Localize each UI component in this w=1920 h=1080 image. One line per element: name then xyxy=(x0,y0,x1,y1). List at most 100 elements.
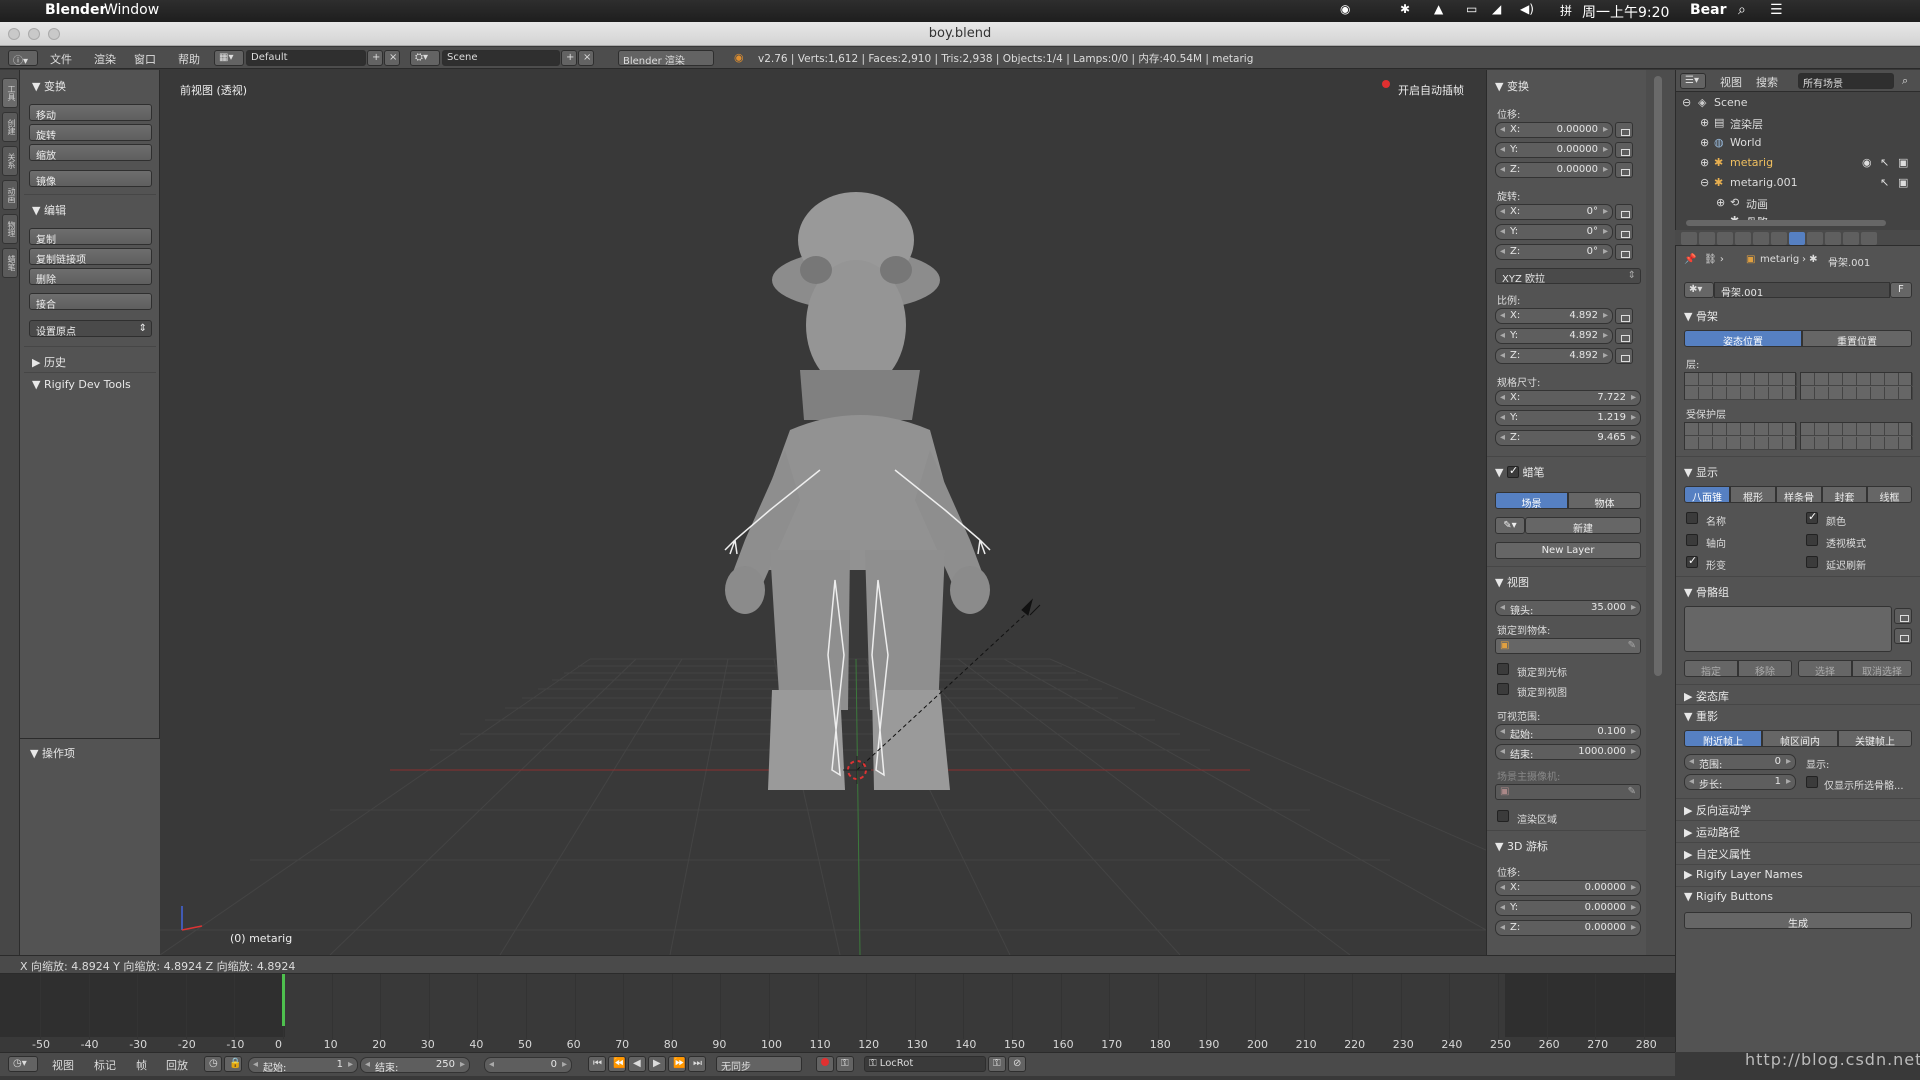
location-z-field[interactable]: ◂ Z: 0.00000 ▸ xyxy=(1495,162,1613,178)
lock-icon[interactable] xyxy=(1615,224,1633,240)
layer-cell[interactable] xyxy=(1713,423,1727,436)
world-tab-icon[interactable] xyxy=(1735,232,1751,245)
outliner-row[interactable]: ⊕ ◍ World xyxy=(1676,136,1920,156)
new-layer-button[interactable]: New Layer xyxy=(1495,542,1641,559)
cursor-select-icon[interactable]: ↖ xyxy=(1880,176,1889,189)
layer-cell[interactable] xyxy=(1885,423,1899,436)
layer-cell[interactable] xyxy=(1885,437,1899,450)
breadcrumb-armature[interactable]: 骨架.001 xyxy=(1828,254,1870,269)
display-icon[interactable]: ▭ xyxy=(1466,2,1477,16)
layout-icon[interactable]: ▦▾ xyxy=(214,50,244,66)
3d-cursor-header[interactable]: ▼ 3D 游标 xyxy=(1495,838,1548,854)
timeline-frame-menu[interactable]: 帧 xyxy=(136,1057,147,1073)
outliner-row[interactable]: ⊖ ◈ Scene xyxy=(1676,96,1920,116)
delete-button[interactable]: 删除 xyxy=(29,268,152,286)
rotation-x-field[interactable]: ◂ X: 0° ▸ xyxy=(1495,204,1613,220)
display-octahedral-toggle[interactable]: 八面锥 xyxy=(1684,486,1730,504)
layer-cell[interactable] xyxy=(1871,373,1885,386)
layer-cell[interactable] xyxy=(1871,423,1885,436)
armature-name-field[interactable]: 骨架.001 xyxy=(1714,282,1890,299)
clip-end-field[interactable]: ◂ 结束: 1000.000 ▸ xyxy=(1495,744,1641,761)
layer-cell[interactable] xyxy=(1801,373,1815,386)
scrollbar-thumb[interactable] xyxy=(1654,76,1662,676)
outliner-search-menu[interactable]: 搜索 xyxy=(1756,74,1778,90)
layer-cell[interactable] xyxy=(1783,437,1797,450)
timeline-marker-menu[interactable]: 标记 xyxy=(94,1057,116,1073)
outliner-row[interactable]: ⊕ ⟲ 动画 xyxy=(1676,196,1920,216)
jump-start-icon[interactable]: ⏮ xyxy=(588,1056,606,1072)
physics-tab-icon[interactable] xyxy=(1861,232,1877,245)
ik-header[interactable]: ▶ 反向运动学 xyxy=(1684,802,1751,818)
layer-cell[interactable] xyxy=(1871,437,1885,450)
layer-cell[interactable] xyxy=(1815,437,1829,450)
layer-cell[interactable] xyxy=(1741,423,1755,436)
layer-cell[interactable] xyxy=(1685,387,1699,400)
layer-cell[interactable] xyxy=(1843,373,1857,386)
user-name[interactable]: Bear xyxy=(1690,2,1727,18)
constraints-tab-icon[interactable] xyxy=(1771,232,1787,245)
rigify-layers-header[interactable]: ▶ Rigify Layer Names xyxy=(1684,868,1803,881)
timeline-view-menu[interactable]: 视图 xyxy=(52,1057,74,1073)
layer-cell[interactable] xyxy=(1829,373,1843,386)
timeline-playback-menu[interactable]: 回放 xyxy=(166,1057,188,1073)
expand-icon[interactable]: ⊕ xyxy=(1700,156,1709,169)
delay-checkbox[interactable] xyxy=(1806,556,1818,568)
expand-icon[interactable]: ⊕ xyxy=(1700,136,1709,149)
local-camera-field[interactable]: ▣ ✎ xyxy=(1495,784,1641,800)
rigify-panel-header[interactable]: ▼ Rigify Dev Tools xyxy=(32,378,131,391)
tab-tools[interactable]: 工具 xyxy=(2,78,18,108)
layer-cell[interactable] xyxy=(1899,387,1913,400)
sync-mode-select[interactable]: 无同步 xyxy=(716,1056,802,1072)
lock-object-field[interactable]: ▣ ✎ xyxy=(1495,638,1641,654)
layout-select[interactable]: Default xyxy=(246,50,366,66)
outliner-editor-icon[interactable]: ☰▾ xyxy=(1680,73,1706,89)
lock-icon[interactable] xyxy=(1615,308,1633,324)
keying-set-field[interactable]: ⚿ LocRot xyxy=(864,1056,986,1072)
layer-cell[interactable] xyxy=(1699,437,1713,450)
tab-grease-pencil[interactable]: 蜡笔 xyxy=(2,248,18,278)
render-border-checkbox[interactable] xyxy=(1497,810,1509,822)
gp-scene-toggle[interactable]: 场景 xyxy=(1495,492,1568,510)
history-panel-header[interactable]: ▶ 历史 xyxy=(32,354,66,370)
layer-cell[interactable] xyxy=(1769,373,1783,386)
rotation-y-field[interactable]: ◂ Y: 0° ▸ xyxy=(1495,224,1613,240)
layer-cell[interactable] xyxy=(1755,423,1769,436)
layer-cell[interactable] xyxy=(1871,387,1885,400)
notification-icon[interactable]: ▲ xyxy=(1434,2,1443,16)
render-engine-select[interactable]: Blender 渲染 xyxy=(618,50,714,66)
layer-cell[interactable] xyxy=(1741,387,1755,400)
scene-tab-icon[interactable] xyxy=(1717,232,1733,245)
pose-library-header[interactable]: ▶ 姿态库 xyxy=(1684,688,1729,704)
ghost-header[interactable]: ▼ 重影 xyxy=(1684,708,1718,724)
notification-center-icon[interactable]: ☰ xyxy=(1770,2,1783,18)
layer-cell[interactable] xyxy=(1885,387,1899,400)
eyedropper-icon[interactable]: ✎ xyxy=(1628,640,1636,651)
tab-animation[interactable]: 动画 xyxy=(2,180,18,210)
layer-cell[interactable] xyxy=(1783,373,1797,386)
transform-header[interactable]: ▼ 变换 xyxy=(1495,78,1529,94)
pose-position-toggle[interactable]: 姿态位置 xyxy=(1684,330,1802,348)
outliner-h-scrollbar[interactable] xyxy=(1686,220,1886,226)
assign-button[interactable]: 指定 xyxy=(1684,660,1738,678)
layer-cell[interactable] xyxy=(1783,423,1797,436)
auto-keying-icon[interactable] xyxy=(816,1056,834,1072)
rotation-mode-select[interactable]: XYZ 欧拉 ⇕ xyxy=(1495,268,1641,285)
eye-icon[interactable]: ◉ xyxy=(1862,156,1872,169)
deselect-button[interactable]: 取消选择 xyxy=(1852,660,1912,678)
gp-new-button[interactable]: 新建 xyxy=(1525,517,1641,535)
layer-cell[interactable] xyxy=(1769,423,1783,436)
cursor-x-field[interactable]: ◂ X: 0.00000 ▸ xyxy=(1495,880,1641,896)
layer-cell[interactable] xyxy=(1857,373,1871,386)
lock-icon[interactable] xyxy=(1615,162,1633,178)
window-menu[interactable]: Window xyxy=(104,2,159,18)
display-bbone-toggle[interactable]: 样条骨 xyxy=(1776,486,1822,504)
lens-field[interactable]: ◂ 镜头: 35.000 ▸ xyxy=(1495,600,1641,617)
shapes-checkbox[interactable] xyxy=(1686,554,1698,568)
show-names-checkbox[interactable] xyxy=(1686,512,1698,524)
layer-cell[interactable] xyxy=(1899,437,1913,450)
bone-tab-icon[interactable] xyxy=(1807,232,1823,245)
layer-cell[interactable] xyxy=(1829,423,1843,436)
layer-cell[interactable] xyxy=(1685,423,1699,436)
layer-cell[interactable] xyxy=(1769,387,1783,400)
rotation-z-field[interactable]: ◂ Z: 0° ▸ xyxy=(1495,244,1613,260)
